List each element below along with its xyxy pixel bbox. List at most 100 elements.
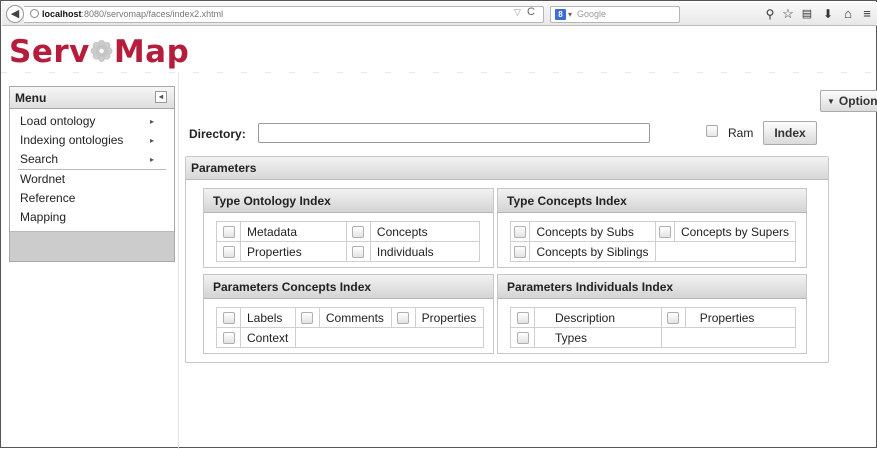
type-concepts-index-panel: Type Concepts Index Concepts by Subs Con… (497, 188, 807, 268)
parameters-individuals-index-panel: Parameters Individuals Index Description… (497, 274, 807, 354)
sidebar-item-wordnet[interactable]: Wordnet (10, 170, 174, 189)
checkbox-cell (510, 307, 535, 328)
types-checkbox[interactable] (516, 332, 529, 345)
header-divider (1, 72, 877, 73)
reload-icon[interactable]: C (527, 6, 535, 18)
concept-properties-checkbox[interactable] (397, 312, 410, 325)
ram-checkbox[interactable] (706, 125, 718, 137)
option-label: Properties (684, 307, 797, 328)
parameters-panel: Parameters Type Ontology Index Metadata … (185, 156, 829, 363)
sidebar-item-mapping[interactable]: Mapping (10, 208, 174, 227)
download-icon[interactable]: ⬇ (820, 5, 836, 23)
checkbox-cell (509, 221, 531, 242)
labels-checkbox[interactable] (222, 312, 235, 325)
search-engine-icon: 8 (555, 9, 566, 20)
checkbox-cell (216, 327, 241, 348)
checkbox-cell (345, 241, 371, 262)
concepts-by-supers-checkbox[interactable] (658, 226, 671, 239)
back-arrow-icon[interactable]: ◀ (6, 5, 24, 23)
sidebar-item-search[interactable]: Search ▸ (10, 150, 174, 169)
individuals-checkbox[interactable] (352, 246, 365, 259)
type-ontology-options: Metadata Concepts Properties Individuals (216, 221, 481, 262)
browser-toolbar: ◀ localhost:8080/servomap/faces/index2.x… (2, 2, 877, 26)
magnifier-icon[interactable]: ⚲ (762, 5, 778, 23)
layout-divider (178, 73, 179, 449)
checkbox-cell (654, 221, 675, 242)
url-path: :8080/servomap/faces/index2.xhtml (81, 9, 224, 19)
option-label: Labels (240, 307, 296, 328)
sidebar-list: Load ontology ▸ Indexing ontologies ▸ Sear… (10, 109, 174, 232)
concepts-by-subs-checkbox[interactable] (514, 226, 527, 239)
type-concepts-index-header: Type Concepts Index (498, 189, 806, 213)
context-checkbox[interactable] (222, 332, 235, 345)
index-button[interactable]: Index (763, 121, 817, 145)
checkbox-cell (660, 307, 686, 328)
option-label: Concepts by Siblings (529, 241, 656, 262)
option-label: Context (240, 327, 296, 348)
bookmark-star-icon[interactable]: ☆ (780, 5, 796, 23)
collapse-icon[interactable]: ◂ (155, 91, 167, 103)
option-label: Description (534, 307, 662, 328)
parameters-individuals-options: Description Properties Types (510, 307, 797, 348)
option-label: Metadata (240, 221, 347, 242)
browser-search-input[interactable]: 8 ▾ Google (550, 6, 680, 23)
empty-cell (654, 241, 796, 262)
sidebar-item-reference[interactable]: Reference (10, 189, 174, 208)
sidebar-item-label: Wordnet (20, 172, 66, 186)
url-dropdown-icon[interactable]: ▽ (514, 7, 521, 18)
option-label: Concepts (369, 221, 481, 242)
parameters-concepts-index-header: Parameters Concepts Index (204, 275, 493, 299)
checkbox-cell (216, 241, 241, 262)
submenu-arrow-icon: ▸ (149, 155, 154, 164)
description-checkbox[interactable] (516, 312, 529, 325)
checkbox-cell (390, 307, 416, 328)
sidebar-item-load-ontology[interactable]: Load ontology ▸ (10, 112, 174, 131)
url-host: localhost (42, 9, 82, 19)
sidebar-header: Menu ◂ (10, 87, 174, 109)
sidebar-item-label: Load ontology (20, 114, 96, 128)
option-label: Properties (414, 307, 485, 328)
ram-label: Ram (728, 126, 754, 140)
submenu-arrow-icon: ▸ (149, 117, 154, 126)
address-bar[interactable]: localhost:8080/servomap/faces/index2.xht… (24, 6, 544, 23)
checkbox-cell (216, 307, 241, 328)
concepts-checkbox[interactable] (352, 226, 365, 239)
comments-checkbox[interactable] (301, 312, 314, 325)
options-button[interactable]: ▼Options (820, 90, 877, 112)
parameters-concepts-index-panel: Parameters Concepts Index Labels Comment… (203, 274, 494, 354)
sidebar-item-indexing-ontologies[interactable]: Indexing ontologies ▸ (10, 131, 174, 150)
parameters-concepts-options: Labels Comments Properties Context (216, 307, 485, 348)
app-logo: Serv❁Map (9, 34, 189, 70)
bookmarks-list-icon[interactable]: ▤ (799, 5, 815, 23)
sidebar-item-label: Reference (20, 191, 76, 205)
metadata-checkbox[interactable] (222, 226, 235, 239)
options-label: Options (838, 94, 877, 108)
home-icon[interactable]: ⌂ (840, 5, 856, 23)
option-label: Comments (318, 307, 392, 328)
type-concepts-options: Concepts by Subs Concepts by Supers Conc… (509, 221, 797, 262)
search-placeholder: Google (577, 9, 607, 19)
individual-properties-checkbox[interactable] (667, 312, 680, 325)
empty-cell (294, 327, 485, 348)
option-label: Types (534, 327, 662, 348)
sidebar-item-label: Mapping (20, 210, 67, 224)
checkbox-cell (509, 241, 531, 262)
checkbox-cell (345, 221, 371, 242)
sidebar-item-label: Search (20, 152, 59, 166)
menu-icon[interactable]: ≡ (859, 5, 875, 23)
submenu-arrow-icon: ▸ (149, 136, 154, 145)
sidebar-item-label: Indexing ontologies (20, 133, 124, 147)
empty-cell (660, 327, 797, 348)
properties-checkbox[interactable] (222, 246, 235, 259)
option-label: Concepts by Supers (673, 221, 797, 242)
checkbox-cell (294, 307, 320, 328)
dropdown-arrow-icon: ▼ (827, 97, 835, 106)
option-label: Properties (240, 241, 347, 262)
directory-input[interactable] (258, 123, 650, 143)
checkbox-cell (510, 327, 535, 348)
parameters-individuals-index-header: Parameters Individuals Index (498, 275, 806, 299)
search-engine-caret-icon: ▾ (568, 10, 573, 19)
option-label: Concepts by Subs (529, 221, 656, 242)
option-label: Individuals (369, 241, 481, 262)
concepts-by-siblings-checkbox[interactable] (514, 246, 527, 259)
